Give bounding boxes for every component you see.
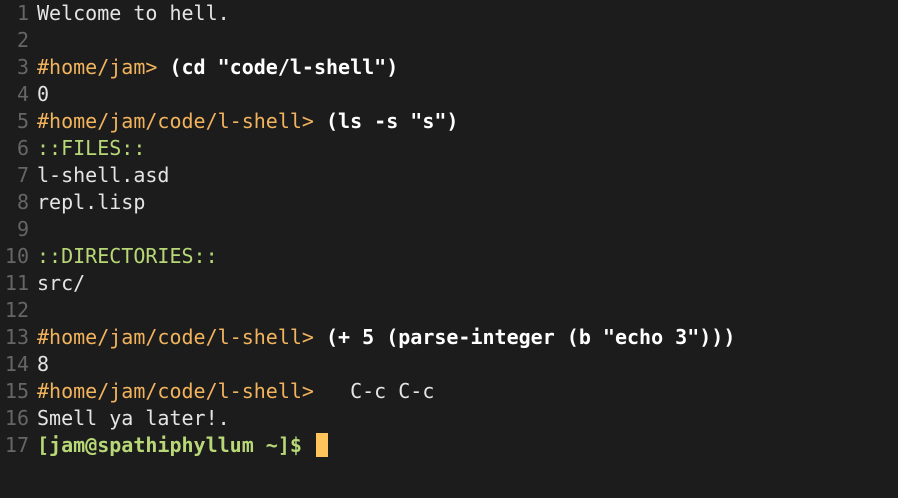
line-number: 17: [4, 433, 29, 457]
repl-prompt: #home/jam>: [37, 55, 170, 79]
repl-prompt: #home/jam/code/l-shell>: [37, 379, 326, 403]
repl-prompt: #home/jam/code/l-shell>: [37, 325, 326, 349]
line-number: 4: [16, 82, 29, 106]
command-text: (+ 5 (parse-integer (b "echo 3"))): [325, 325, 736, 349]
command-text: (cd "code/l-shell"): [169, 55, 399, 79]
repl-prompt: #home/jam/code/l-shell>: [37, 109, 326, 133]
terminal-line: 3 #home/jam> (cd "code/l-shell"): [0, 54, 398, 81]
terminal-line: 17 [jam@spathiphyllum ~]$: [0, 432, 328, 459]
output-text: Welcome to hell.: [37, 1, 230, 25]
output-text: C-c C-c: [325, 379, 435, 403]
line-content: l-shell.asd: [29, 162, 169, 189]
terminal-line: 16 Smell ya later!.: [0, 405, 230, 432]
line-content: Welcome to hell.: [29, 0, 230, 27]
terminal-line: 40: [0, 81, 49, 108]
shell-prompt: [jam@spathiphyllum ~]$: [37, 433, 314, 457]
line-content: repl.lisp: [29, 189, 145, 216]
terminal-line: 6::FILES::: [0, 135, 145, 162]
line-content: [29, 27, 37, 54]
line-number: 7: [16, 163, 29, 187]
line-number: 16: [4, 406, 29, 430]
terminal-line: 12: [0, 297, 37, 324]
output-text: Smell ya later!.: [37, 406, 230, 430]
line-number: 1: [16, 1, 29, 25]
line-number: 2: [16, 28, 29, 52]
line-content: 0: [29, 81, 49, 108]
line-number: 5: [16, 109, 29, 133]
line-number: 10: [4, 244, 29, 268]
text-cursor[interactable]: [315, 432, 328, 457]
line-content: #home/jam/code/l-shell> C-c C-c: [29, 378, 434, 405]
line-content: ::FILES::: [29, 135, 145, 162]
line-number: 15: [4, 379, 29, 403]
line-number: 11: [4, 271, 29, 295]
line-number: 6: [16, 136, 29, 160]
output-text: repl.lisp: [37, 190, 146, 214]
terminal-line: 5 #home/jam/code/l-shell> (ls -s "s"): [0, 108, 458, 135]
terminal-line: 9: [0, 216, 37, 243]
line-content: [29, 297, 37, 324]
line-number: 3: [16, 55, 29, 79]
line-content: [jam@spathiphyllum ~]$: [29, 432, 328, 459]
line-content: #home/jam/code/l-shell> (ls -s "s"): [29, 108, 458, 135]
line-content: #home/jam> (cd "code/l-shell"): [29, 54, 398, 81]
terminal-line: 10::DIRECTORIES::: [0, 243, 218, 270]
terminal-line: 11 src/: [0, 270, 85, 297]
line-content: ::DIRECTORIES::: [29, 243, 218, 270]
terminal-line: 14 8: [0, 351, 49, 378]
line-number: 13: [4, 325, 29, 349]
output-text: src/: [37, 271, 86, 295]
command-text: (ls -s "s"): [325, 109, 459, 133]
output-text: 8: [37, 352, 50, 376]
line-number: 9: [16, 217, 29, 241]
terminal-line: 7 l-shell.asd: [0, 162, 170, 189]
terminal-line: 1 Welcome to hell.: [0, 0, 230, 27]
terminal-line: 2: [0, 27, 37, 54]
terminal-line: 8 repl.lisp: [0, 189, 145, 216]
line-content: src/: [29, 270, 85, 297]
line-number: 12: [4, 298, 29, 322]
output-text: 0: [37, 82, 50, 106]
terminal-line: 15 #home/jam/code/l-shell> C-c C-c: [0, 378, 434, 405]
line-number: 8: [16, 190, 29, 214]
terminal-window[interactable]: 1 Welcome to hell. 2 3 #home/jam> (cd "code/…: [0, 0, 898, 498]
line-content: [29, 216, 37, 243]
output-text: l-shell.asd: [37, 163, 170, 187]
section-header: ::DIRECTORIES::: [37, 244, 218, 268]
line-content: Smell ya later!.: [29, 405, 230, 432]
terminal-line: 13 #home/jam/code/l-shell> (+ 5 (parse-in…: [0, 324, 735, 351]
line-content: #home/jam/code/l-shell> (+ 5 (parse-inte…: [29, 324, 735, 351]
line-number: 14: [4, 352, 29, 376]
section-header: ::FILES::: [37, 136, 146, 160]
line-content: 8: [29, 351, 49, 378]
